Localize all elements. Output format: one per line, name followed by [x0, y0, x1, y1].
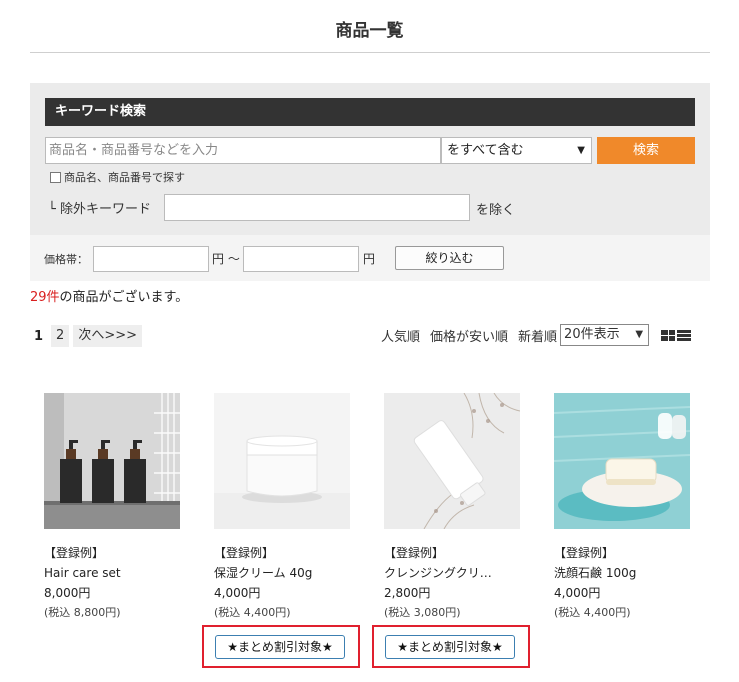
keyword-search-heading: キーワード検索: [45, 98, 695, 126]
product-image-face-soap[interactable]: [554, 393, 690, 529]
result-count-suffix: の商品がございます。: [59, 290, 189, 305]
result-count-number: 29件: [30, 290, 60, 305]
page-2-link[interactable]: 2: [51, 325, 70, 347]
keyword-mode-select[interactable]: をすべて含む ▼: [441, 137, 592, 164]
product-tag: 【登録例】: [384, 546, 445, 560]
name-number-checkbox-row[interactable]: 商品名、商品番号で探す: [50, 169, 185, 185]
product-price: 8,000円: [44, 586, 91, 600]
page-title: 商品一覧: [335, 21, 404, 41]
search-button[interactable]: 検索: [597, 137, 695, 164]
chevron-down-icon: ▼: [635, 329, 644, 340]
bulk-discount-badge[interactable]: ★まとめ割引対象★: [385, 635, 515, 659]
product-tag: 【登録例】: [44, 546, 105, 560]
product-tax-price: (税込 4,400円): [554, 606, 631, 619]
price-min-unit: 円 ～: [212, 252, 240, 266]
product-name[interactable]: クレンジングクリ…: [384, 563, 514, 583]
product-card[interactable]: 【登録例】 保湿クリーム 40g 4,000円 (税込 4,400円): [214, 393, 364, 623]
per-page-value: 20件表示: [564, 327, 620, 342]
sort-popular-link[interactable]: 人気順: [381, 326, 420, 345]
page-current: 1: [34, 328, 44, 344]
pagination: 1 2 次へ>>>: [30, 325, 143, 347]
per-page-select[interactable]: 20件表示 ▼: [560, 324, 650, 346]
product-name[interactable]: Hair care set: [44, 563, 174, 583]
name-number-checkbox[interactable]: [50, 171, 61, 183]
price-min-input[interactable]: [93, 246, 209, 272]
product-name[interactable]: 保湿クリーム 40g: [214, 563, 344, 583]
price-max-input[interactable]: [243, 246, 359, 272]
product-card[interactable]: 【登録例】 洗顔石鹸 100g 4,000円 (税込 4,400円): [554, 393, 704, 623]
keyword-mode-value: をすべて含む: [447, 143, 524, 158]
sort-controls: 人気順 価格が安い順 新着順 20件表示 ▼: [381, 324, 692, 346]
view-toggle: [661, 329, 692, 341]
product-price: 4,000円: [554, 586, 601, 600]
sort-cheapest-link[interactable]: 価格が安い順: [430, 326, 508, 345]
product-price: 4,000円: [214, 586, 261, 600]
discount-highlight-box: ★まとめ割引対象★: [202, 625, 360, 668]
product-card[interactable]: 【登録例】 クレンジングクリ… 2,800円 (税込 3,080円): [384, 393, 534, 623]
price-max-unit: 円: [363, 252, 376, 266]
product-card[interactable]: 【登録例】 Hair care set 8,000円 (税込 8,800円): [44, 393, 194, 623]
product-image-hair-care-set[interactable]: [44, 393, 180, 529]
filter-button[interactable]: 絞り込む: [395, 246, 504, 270]
product-name[interactable]: 洗顔石鹸 100g: [554, 563, 684, 583]
list-view-icon[interactable]: [677, 329, 692, 341]
exclude-keyword-label: └ 除外キーワード: [48, 202, 151, 217]
product-tax-price: (税込 8,800円): [44, 606, 121, 619]
keyword-search-panel: キーワード検索 をすべて含む ▼ 検索 商品名、商品番号で探す └ 除外キーワー…: [30, 83, 710, 235]
title-divider: [30, 52, 710, 53]
exclude-keyword-suffix: を除く: [476, 203, 516, 218]
next-page-link[interactable]: 次へ>>>: [73, 325, 143, 347]
price-filter-row: 価格帯： 円 ～ 円 絞り込む: [30, 235, 710, 281]
result-count: 29件の商品がございます。: [30, 286, 188, 305]
keyword-input[interactable]: [45, 137, 441, 164]
product-tax-price: (税込 4,400円): [214, 606, 291, 619]
grid-view-icon[interactable]: [661, 329, 676, 341]
product-tag: 【登録例】: [214, 546, 275, 560]
bulk-discount-badge[interactable]: ★まとめ割引対象★: [215, 635, 345, 659]
product-price: 2,800円: [384, 586, 431, 600]
product-tag: 【登録例】: [554, 546, 615, 560]
product-image-cleansing-cream[interactable]: [384, 393, 520, 529]
name-number-checkbox-label: 商品名、商品番号で探す: [64, 171, 185, 184]
price-range-label: 価格帯：: [44, 253, 88, 266]
product-tax-price: (税込 3,080円): [384, 606, 461, 619]
product-image-moisture-cream[interactable]: [214, 393, 350, 529]
chevron-down-icon: ▼: [577, 145, 585, 156]
exclude-keyword-input[interactable]: [164, 194, 470, 221]
sort-newest-link[interactable]: 新着順: [518, 326, 557, 345]
discount-highlight-box: ★まとめ割引対象★: [372, 625, 530, 668]
